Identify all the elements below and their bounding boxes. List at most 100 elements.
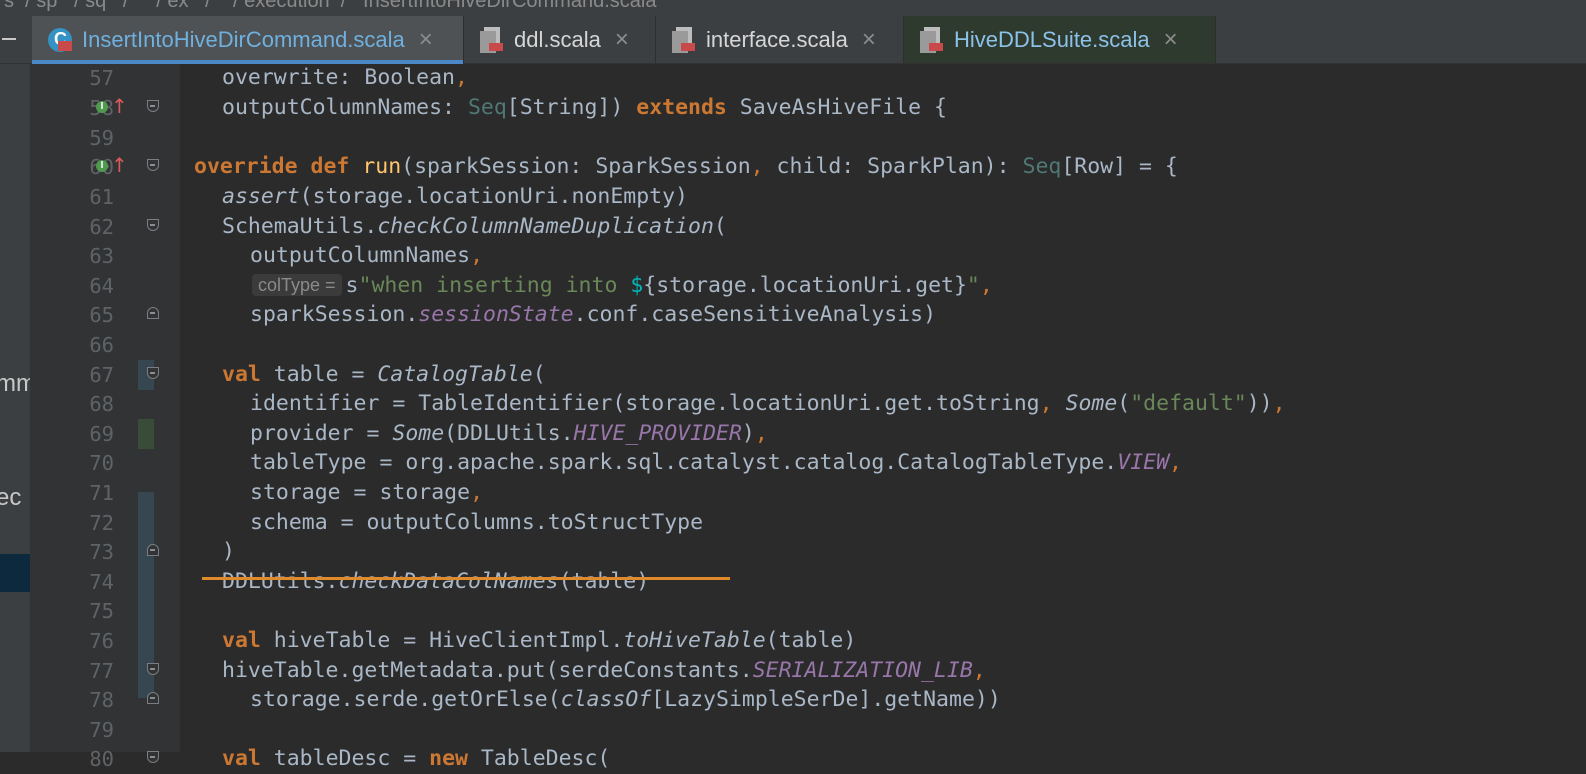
editor-tab-bar: InsertIntoHiveDirCommand.scala × ddl.sca… [0,16,1586,64]
hide-panel-button[interactable] [0,16,30,64]
fold-icon[interactable] [147,663,159,675]
code-line[interactable]: outputColumnNames: Seq[String]) extends … [180,93,1586,123]
fold-icon[interactable] [147,100,159,112]
code-line[interactable]: storage = storage, [180,478,1586,508]
line-number: 65 [89,303,114,327]
warning-underline [202,577,730,580]
line-number: 63 [89,244,114,268]
code-line[interactable]: val tableDesc = new TableDesc( [180,744,1586,774]
code-line[interactable] [180,123,1586,153]
code-line[interactable]: identifier = TableIdentifier(storage.loc… [180,389,1586,419]
line-number: 57 [89,66,114,90]
gutter-row: 72 [30,492,180,698]
close-icon[interactable]: × [615,27,629,52]
implements-override-icon[interactable]: I ↑ [96,95,128,119]
scala-class-icon [48,27,72,53]
code-line[interactable]: provider = Some(DDLUtils.HIVE_PROVIDER), [180,419,1586,449]
tab-interface[interactable]: interface.scala × [656,16,904,63]
gutter-row: 74 [30,567,180,597]
scala-file-icon [480,26,504,53]
tab-insert-into-hive-dir-command[interactable]: InsertIntoHiveDirCommand.scala × [32,16,464,64]
code-line[interactable]: tableType = org.apache.spark.sql.catalys… [180,448,1586,478]
gutter-row: 57 [30,63,180,93]
tab-ddl[interactable]: ddl.scala × [464,16,656,63]
close-icon[interactable]: × [1164,27,1178,52]
gutter-row: 79 [30,715,180,745]
scala-file-icon [672,26,696,53]
code-line[interactable]: overwrite: Boolean, [180,63,1586,93]
code-text: identifier = TableIdentifier(storage.loc… [250,391,1286,416]
code-line[interactable]: outputColumnNames, [180,241,1586,271]
fold-icon[interactable] [147,159,159,171]
code-line[interactable]: val table = CatalogTable( [180,360,1586,390]
fold-icon[interactable] [147,307,159,319]
fold-icon[interactable] [147,692,159,704]
gutter-row: 76 [30,626,180,656]
tab-hive-ddl-suite[interactable]: HiveDDLSuite.scala × [904,16,1216,63]
gutter-row: 73 [30,537,180,567]
close-icon[interactable]: × [862,27,876,52]
code-text: hiveTable.getMetadata.put(serdeConstants… [222,658,986,683]
line-number: 77 [89,659,114,683]
code-line[interactable] [180,596,1586,626]
gutter-row: 64 [30,271,180,301]
code-text: colType = s"when inserting into ${storage… [252,271,993,301]
code-line[interactable]: hiveTable.getMetadata.put(serdeConstants… [180,656,1586,686]
code-text: outputColumnNames: Seq[String]) extends … [222,95,947,120]
fold-icon[interactable] [147,751,159,763]
inlay-param-hint: colType = [252,274,342,296]
code-text: val hiveTable = HiveClientImpl.toHiveTab… [222,628,857,653]
gutter-row: 67 [30,360,180,390]
code-text: provider = Some(DDLUtils.HIVE_PROVIDER), [250,421,768,446]
code-text: overwrite: Boolean, [222,65,468,90]
tab-label: interface.scala [706,26,848,52]
code-line[interactable]: storage.serde.getOrElse(classOf[LazySimp… [180,685,1586,715]
tab-label: InsertIntoHiveDirCommand.scala [82,26,405,52]
line-number: 68 [89,392,114,416]
breadcrumb-path[interactable]: s / sp / sq / / ex / / execution / Inser… [4,0,656,13]
code-line[interactable] [180,330,1586,360]
gutter-row: 75 [30,596,180,626]
project-tree-text[interactable]: mm [0,370,30,398]
line-number: 79 [89,718,114,742]
code-line[interactable]: ) [180,537,1586,567]
code-line[interactable]: DDLUtils.checkDataColNames(table) [180,567,1586,597]
code-editor[interactable]: overwrite: Boolean, outputColumnNames: S… [180,63,1586,771]
code-line[interactable]: sparkSession.sessionState.conf.caseSensi… [180,300,1586,330]
gutter-row: 62 [30,212,180,242]
code-line[interactable]: override def run(sparkSession: SparkSess… [180,152,1586,182]
gutter-row: 66 [30,330,180,360]
implements-override-icon[interactable]: I ↑ [96,154,128,178]
fold-icon[interactable] [147,219,159,231]
line-number: 62 [89,215,114,239]
code-text: override def run(sparkSession: SparkSess… [194,154,1178,179]
code-line[interactable]: schema = outputColumns.toStructType [180,508,1586,538]
code-text: val table = CatalogTable( [222,362,546,387]
code-text: assert(storage.locationUri.nonEmpty) [222,184,688,209]
line-number: 64 [89,274,114,298]
code-line[interactable]: SchemaUtils.checkColumnNameDuplication( [180,212,1586,242]
code-text: ) [222,539,235,564]
gutter-row: 80 [30,744,180,774]
gutter-row: 70 [30,448,180,478]
line-number: 80 [89,747,114,771]
close-icon[interactable]: × [419,27,433,52]
gutter-row: 59 [30,123,180,153]
fold-icon[interactable] [147,367,159,379]
code-text: storage.serde.getOrElse(classOf[LazySimp… [250,687,1001,712]
project-tree-selection[interactable] [0,554,30,592]
gutter-row: 61 [30,182,180,212]
tab-label: ddl.scala [514,26,601,52]
code-line[interactable]: colType = s"when inserting into ${storage… [180,271,1586,301]
vcs-added-marker[interactable] [138,419,154,449]
code-line[interactable]: val hiveTable = HiveClientImpl.toHiveTab… [180,626,1586,656]
fold-icon[interactable] [147,544,159,556]
gutter-row: 77 [30,656,180,686]
gutter-row: 60 I↑ [30,152,180,182]
code-line[interactable]: assert(storage.locationUri.nonEmpty) [180,182,1586,212]
line-number: 59 [89,126,114,150]
project-tree-text[interactable]: ec [0,484,21,512]
code-line[interactable] [180,715,1586,745]
gutter-row: 58 I↑ [30,93,180,123]
line-number: 75 [89,599,114,623]
